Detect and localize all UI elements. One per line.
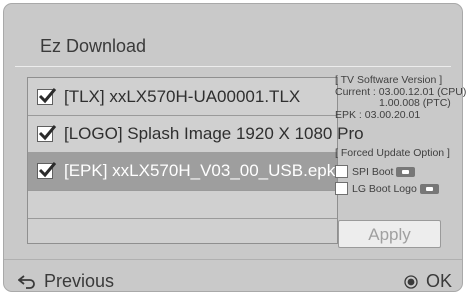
software-version-info: [ TV Software Version ] Current : 03.00.… <box>335 74 466 121</box>
spi-boot-label: SPI Boot <box>352 165 394 178</box>
software-version-heading: [ TV Software Version ] <box>335 74 443 86</box>
checkbox[interactable] <box>37 87 57 105</box>
spi-boot-checkbox[interactable] <box>335 165 348 178</box>
spi-boot-option[interactable]: SPI Boot <box>335 165 416 178</box>
lg-boot-logo-checkbox[interactable] <box>335 182 348 195</box>
ok-circle-icon <box>404 274 418 289</box>
file-row-epk[interactable]: [EPK] xxLX570H_V03_00_USB.epk <box>28 152 337 191</box>
check-icon <box>38 162 57 178</box>
ok-button[interactable]: OK <box>404 271 452 292</box>
dialog-title: Ez Download <box>40 36 147 56</box>
file-row-logo[interactable]: [LOGO] Splash Image 1920 X 1080 Pro <box>28 115 364 153</box>
check-icon <box>38 124 57 140</box>
checkbox[interactable] <box>37 162 57 179</box>
current-version-ptc: 1.00.008 (PTC) <box>379 97 451 109</box>
remote-button-icon <box>396 166 416 177</box>
lg-boot-logo-option[interactable]: LG Boot Logo <box>335 182 439 195</box>
ez-download-dialog: Ez Download [TLX] xxLX570H-UA00001.TLX [… <box>3 3 466 292</box>
remote-button-icon <box>419 183 439 194</box>
file-row-empty <box>28 190 337 219</box>
file-label: [TLX] xxLX570H-UA00001.TLX <box>64 86 301 106</box>
epk-version: EPK : 03.00.20.01 <box>335 108 421 121</box>
file-row-tlx[interactable]: [TLX] xxLX570H-UA00001.TLX <box>28 78 337 116</box>
back-arrow-icon <box>18 274 35 289</box>
ok-label: OK <box>425 271 452 291</box>
footer-divider <box>4 259 462 260</box>
lg-boot-logo-label: LG Boot Logo <box>352 182 417 195</box>
previous-button[interactable]: Previous <box>18 271 114 292</box>
file-label: [LOGO] Splash Image 1920 X 1080 Pro <box>64 123 364 143</box>
title-divider <box>15 66 451 67</box>
file-label: [EPK] xxLX570H_V03_00_USB.epk <box>64 161 336 180</box>
apply-button[interactable]: Apply <box>338 220 441 248</box>
forced-update-heading: [ Forced Update Option ] <box>335 147 450 159</box>
previous-label: Previous <box>44 271 115 291</box>
file-list: [TLX] xxLX570H-UA00001.TLX [LOGO] Splash… <box>27 77 364 244</box>
file-row-empty <box>28 218 337 244</box>
checkbox[interactable] <box>37 124 57 142</box>
check-icon <box>38 87 57 103</box>
